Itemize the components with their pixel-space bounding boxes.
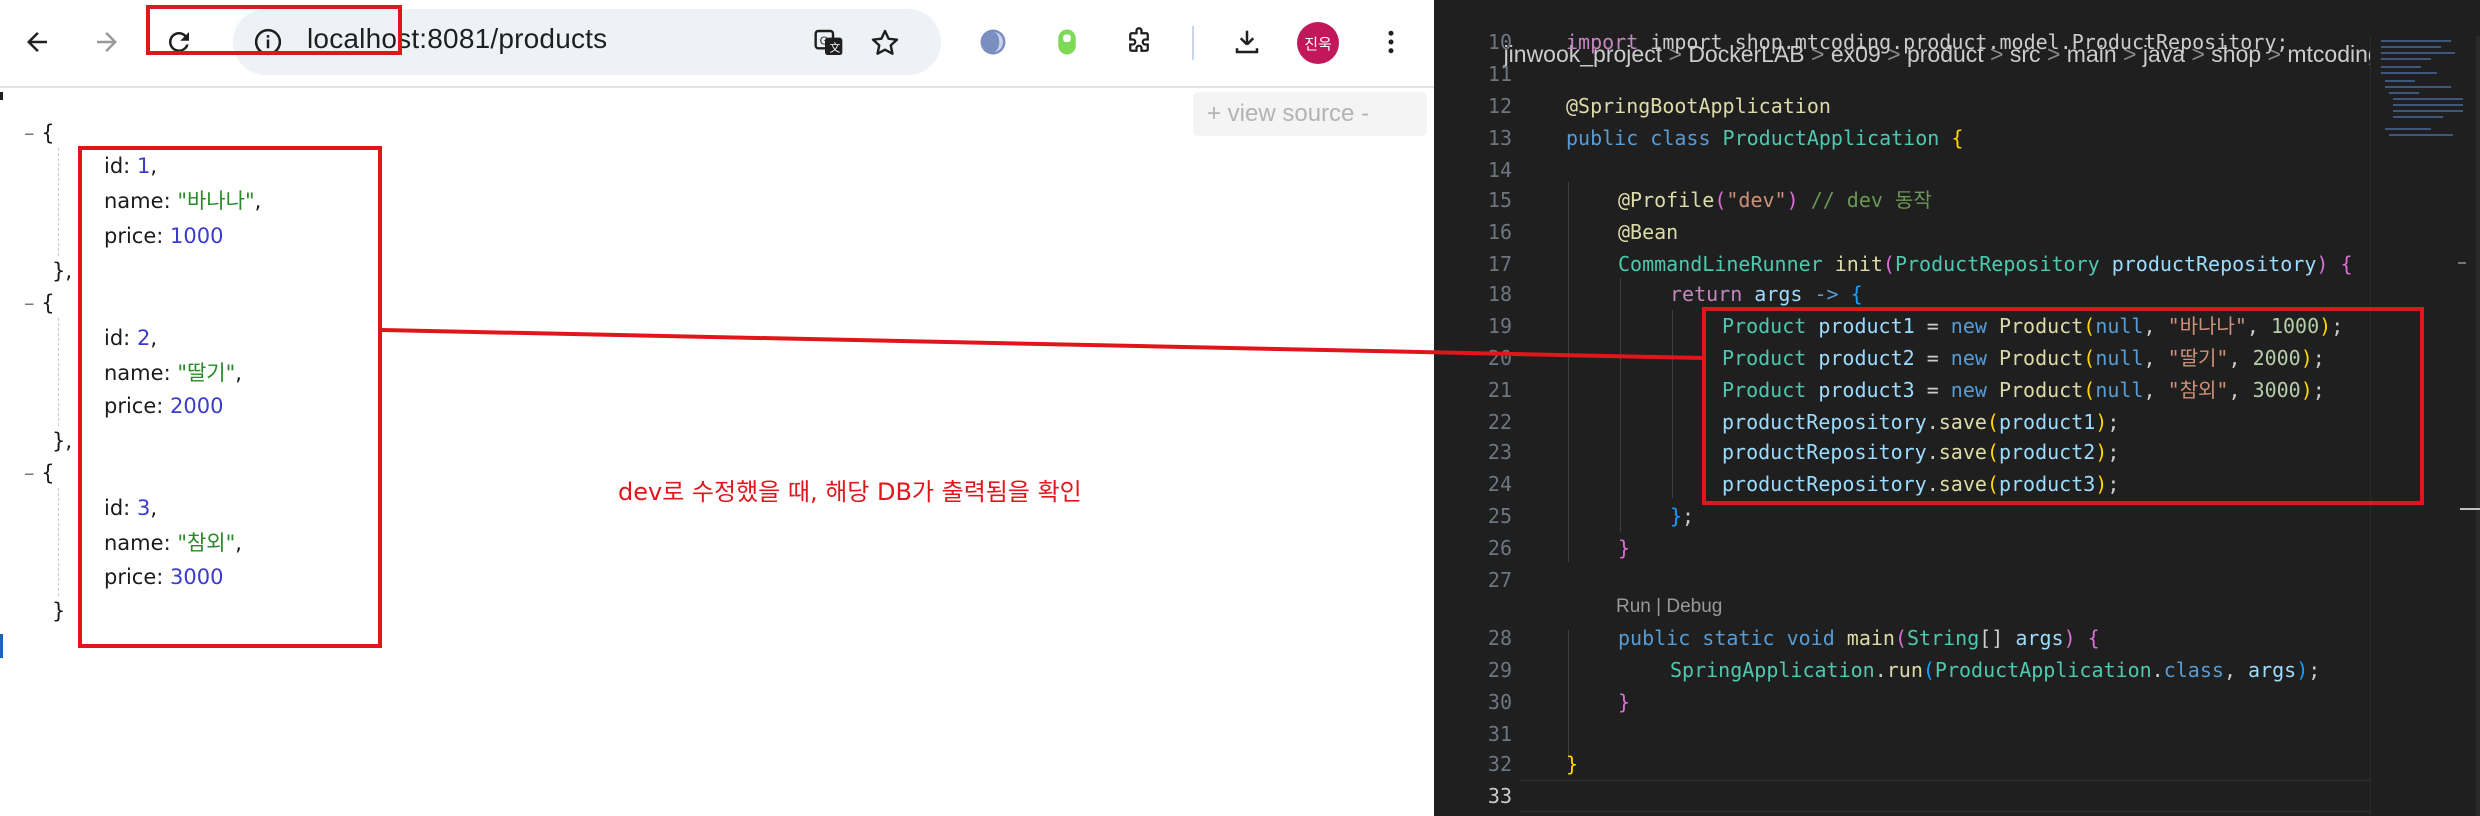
line-number: 26 (1487, 536, 1512, 560)
line-number: 24 (1487, 472, 1512, 496)
minimap-line (2381, 66, 2421, 68)
line-number: 30 (1487, 690, 1512, 714)
line-number: 18 (1487, 282, 1512, 306)
indent-guide (58, 318, 59, 426)
code-line-method-close[interactable]: } (1618, 532, 1630, 564)
json-object-close: }, (52, 429, 73, 453)
minimap-line (2381, 52, 2455, 54)
bookmark-star-icon[interactable] (867, 25, 903, 61)
minimap-line (2393, 110, 2463, 112)
line-number: 27 (1487, 568, 1512, 592)
line-number: 21 (1487, 378, 1512, 402)
view-source-toggle[interactable]: + view source - (1193, 92, 1427, 136)
line-number: 31 (1487, 722, 1512, 746)
line-number: 12 (1487, 94, 1512, 118)
code-line-init[interactable]: CommandLineRunner init(ProductRepository… (1618, 248, 2353, 280)
minimap-line (2393, 104, 2463, 106)
annotation-box-json (78, 146, 382, 648)
json-object-open[interactable]: – { (24, 288, 55, 318)
download-button[interactable] (1222, 17, 1272, 67)
json-object-close: } (52, 599, 66, 623)
annotation-text: dev로 수정했을 때, 해당 DB가 출력됨을 확인 (618, 478, 1082, 506)
svg-text:G: G (820, 34, 828, 47)
line-number: 32 (1487, 752, 1512, 776)
collapse-toggle[interactable]: – (24, 461, 41, 485)
forward-button[interactable] (82, 17, 132, 67)
line-number: 10 (1487, 30, 1512, 54)
current-line-highlight (1520, 780, 2370, 812)
line-number: 29 (1487, 658, 1512, 682)
line-number: 17 (1487, 252, 1512, 276)
line-number: 19 (1487, 314, 1512, 338)
line-number: 22 (1487, 410, 1512, 434)
line-number: 23 (1487, 440, 1512, 464)
code-line-main[interactable]: public static void main(String[] args) { (1618, 622, 2100, 654)
code-line-class-close[interactable]: } (1566, 748, 1578, 780)
svg-text:文: 文 (830, 42, 841, 55)
extension-green-icon[interactable] (1042, 17, 1092, 67)
line-number: 28 (1487, 626, 1512, 650)
breadcrumb-item[interactable]: mtcoding (2287, 41, 2380, 67)
minimap-line (2381, 58, 2431, 60)
editor-scrollbar[interactable] (2476, 36, 2480, 816)
indent-guide (58, 148, 59, 256)
code-line-main-close[interactable]: } (1618, 686, 1630, 718)
code-line-class-decl[interactable]: public class ProductApplication { (1566, 122, 1963, 154)
extension-blue-icon[interactable] (968, 17, 1018, 67)
scrollbar-position-marker (2460, 508, 2480, 510)
code-line-bean[interactable]: @Bean (1618, 216, 1678, 248)
json-object-open[interactable]: – { (24, 458, 55, 488)
json-object-close: }, (52, 259, 73, 283)
collapse-marker (0, 92, 3, 100)
line-number: 13 (1487, 126, 1512, 150)
browser-menu-button[interactable] (1366, 17, 1416, 67)
back-button[interactable] (12, 17, 62, 67)
json-object-open[interactable]: – { (24, 118, 55, 148)
collapse-toggle[interactable]: – (24, 121, 41, 145)
kebab-menu-icon (1388, 30, 1394, 54)
collapse-toggle[interactable]: – (24, 291, 41, 315)
arrow-left-icon (27, 32, 47, 52)
line-number: 25 (1487, 504, 1512, 528)
indent-guide (1568, 630, 1569, 760)
code-line-annotation[interactable]: @SpringBootApplication (1566, 90, 1831, 122)
annotation-box-url (146, 5, 402, 55)
code-line-import[interactable]: import import shop.mtcoding.product.mode… (1566, 26, 2288, 58)
minimap-line (2393, 98, 2463, 100)
minimap-line (2385, 80, 2415, 82)
line-number: 14 (1487, 158, 1512, 182)
minimap-line (2389, 134, 2453, 136)
minimap-line (2381, 46, 2441, 48)
scrollbar-marker (2458, 262, 2466, 264)
line-number: 33 (1487, 784, 1512, 808)
line-number: 15 (1487, 188, 1512, 212)
code-line-lambda-close[interactable]: }; (1670, 500, 1694, 532)
line-number: 16 (1487, 220, 1512, 244)
indent-guide (1568, 182, 1569, 562)
indent-guide (1672, 310, 1673, 498)
minimap-line (2381, 40, 2451, 42)
minimap-line (2393, 116, 2443, 118)
code-line-return[interactable]: return args -> { (1670, 278, 1863, 310)
minimap-line (2389, 92, 2419, 94)
line-number: 20 (1487, 346, 1512, 370)
minimap-line (2385, 128, 2431, 130)
arrow-right-icon (97, 32, 117, 52)
minimap-line (2385, 86, 2451, 88)
annotation-box-code (1702, 307, 2424, 505)
indent-guide (58, 488, 59, 596)
extensions-puzzle-icon[interactable] (1114, 17, 1164, 67)
download-icon (1235, 30, 1259, 54)
codelens-run-debug[interactable]: Run | Debug (1616, 596, 1722, 618)
indent-guide (1620, 278, 1621, 532)
code-line-profile[interactable]: @Profile("dev") // dev 동작 (1618, 184, 1932, 216)
translate-icon[interactable]: G文 (811, 25, 847, 61)
toolbar-divider (1192, 26, 1194, 60)
code-line-run[interactable]: SpringApplication.run(ProductApplication… (1670, 654, 2320, 686)
minimap-line (2381, 72, 2437, 74)
text-caret (0, 634, 3, 658)
profile-avatar[interactable]: 진욱 (1297, 22, 1339, 64)
line-number: 11 (1487, 62, 1512, 86)
